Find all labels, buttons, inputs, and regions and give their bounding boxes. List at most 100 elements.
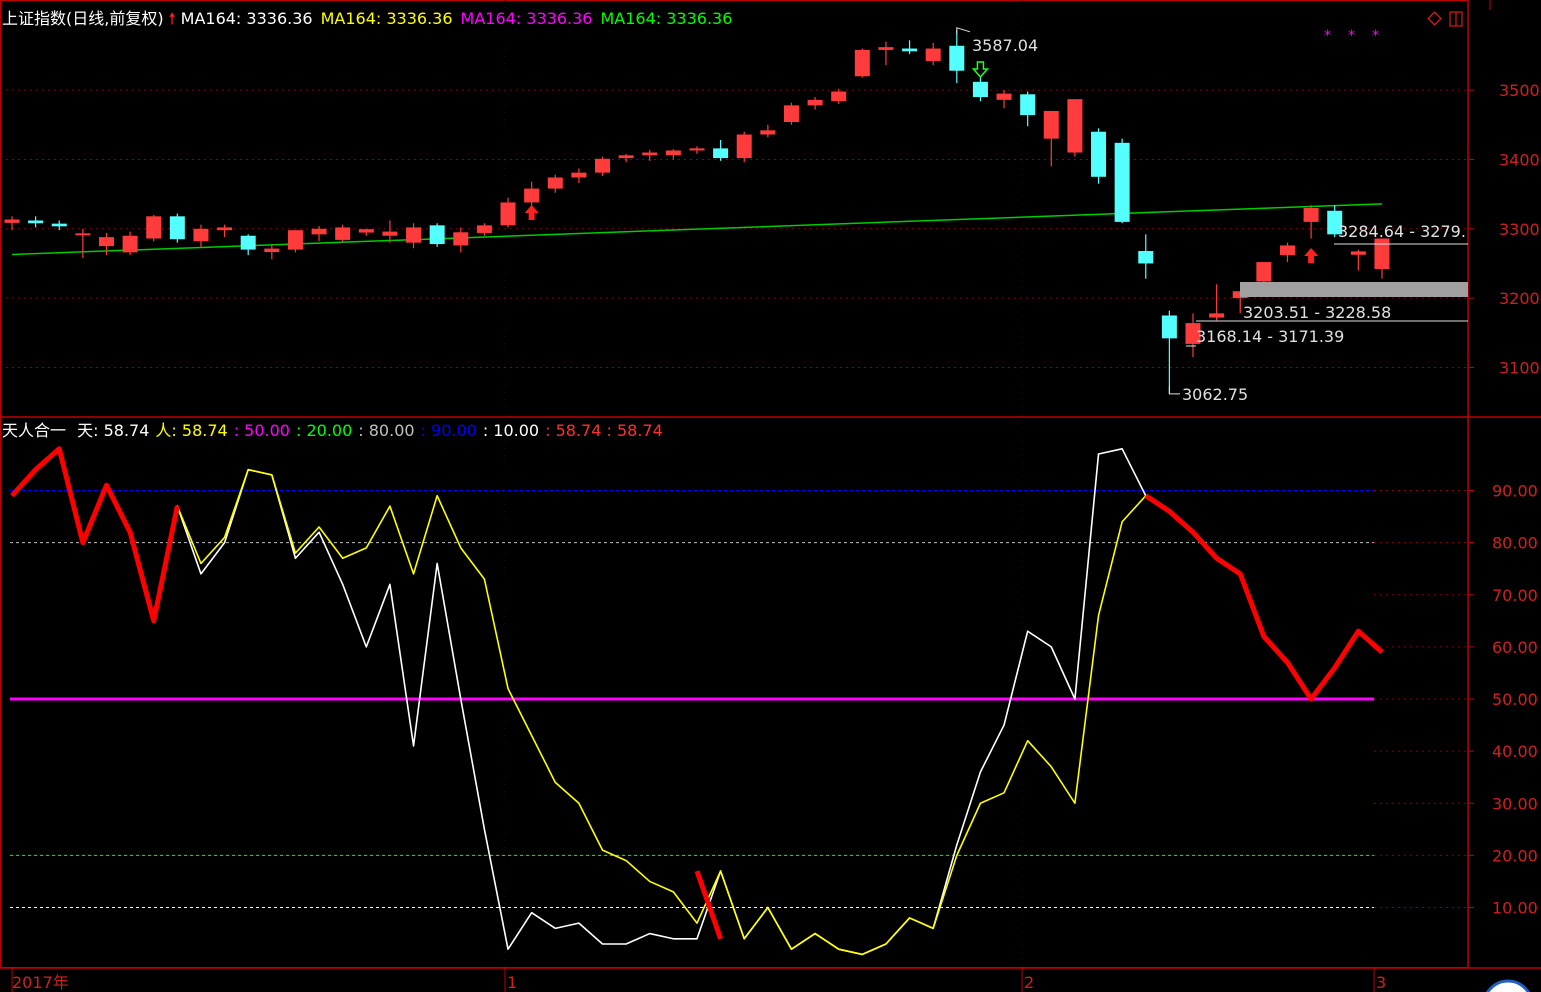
candle-body: [736, 134, 752, 159]
candle-body: [453, 232, 469, 246]
date-label: 2: [1024, 973, 1034, 992]
candle-body: [4, 219, 20, 223]
candle-body: [1256, 262, 1272, 282]
candle-body: [1161, 315, 1177, 339]
indicator-legend-item: 天: 58.74: [77, 421, 150, 440]
indicator-tick-label: 20.00: [1492, 846, 1538, 865]
indicator-legend-item: : 20.00: [295, 421, 353, 440]
indicator-legend-item: : 50.00: [233, 421, 290, 440]
grid-lines: [0, 0, 1468, 968]
indicator-tick-label: 10.00: [1492, 899, 1538, 918]
candle-body: [878, 47, 894, 50]
candle-body: [618, 155, 634, 159]
indicator-legend-item: : 90.00: [420, 421, 477, 440]
candle-body: [28, 220, 44, 224]
gap-label-2: 3203.51 - 3228.58: [1243, 303, 1391, 322]
ma-legend-item: MA164: 3336.36: [180, 9, 313, 28]
indicator-legend-item: : 80.00: [358, 421, 415, 440]
candle-body: [783, 105, 799, 123]
candle-body: [335, 227, 351, 240]
price-tick-label: 3400: [1499, 150, 1540, 169]
candle-body: [996, 93, 1012, 100]
chart-title: 上证指数(日线,前复权): [2, 9, 164, 28]
candle-body: [1138, 250, 1154, 264]
date-label: 1: [507, 973, 517, 992]
candle-body: [1091, 131, 1107, 177]
candle-body: [1043, 110, 1059, 139]
candle-body: [972, 81, 988, 98]
candle-body: [595, 158, 610, 173]
candle-body: [476, 225, 492, 233]
gap-zone: [1240, 282, 1468, 297]
indicator-tick-label: 80.00: [1492, 534, 1538, 553]
indicator-header: 天人合一 天: 58.74 人: 58.74: 50.00: 20.00: 80.…: [2, 421, 669, 441]
price-annotations: 3587.04 3062.75 3168.14 - 3171.39 3203.51 -…: [524, 27, 1468, 404]
indicator-line-signal: [10, 446, 180, 624]
candle-body: [524, 188, 540, 203]
candle-body: [665, 150, 681, 156]
candle-body: [1020, 94, 1036, 116]
indicator-tick-label: 70.00: [1492, 586, 1538, 605]
candle-body: [264, 248, 280, 252]
candle-body: [217, 227, 233, 231]
buy-arrow-icon: [524, 205, 539, 220]
indicator-name: 天人合一: [2, 421, 67, 440]
candle-body: [642, 152, 658, 156]
candle-body: [1374, 238, 1390, 270]
candle-body: [193, 228, 209, 242]
candle-body: [689, 148, 705, 151]
candle-body: [1303, 208, 1319, 222]
star-marker: *: [1372, 28, 1379, 44]
candle-body: [169, 216, 185, 240]
indicator-legend-item: : 10.00: [482, 421, 540, 440]
indicator-tick-label: 30.00: [1492, 794, 1538, 813]
main-chart-header: 上证指数(日线,前复权) 🠕 MA164: 3336.36 MA164: 3336…: [2, 9, 740, 29]
candle-body: [240, 235, 256, 250]
plot-border: [0, 0, 1469, 968]
ma-legend-item: MA164: 3336.36: [600, 9, 733, 28]
candle-body: [713, 148, 729, 159]
candle-body: [831, 91, 847, 102]
candle-body: [98, 237, 114, 247]
candle-body: [1209, 313, 1225, 318]
candle-body: [949, 45, 965, 71]
candle-body: [146, 216, 162, 239]
gap-label-1: 3168.14 - 3171.39: [1196, 327, 1344, 346]
indicator-legend-item: : 58.74 : 58.74: [545, 421, 663, 440]
low-label: 3062.75: [1182, 385, 1248, 404]
indicator-line-signal: [1144, 493, 1384, 702]
star-marker: *: [1348, 28, 1355, 44]
price-tick-label: 3500: [1499, 81, 1540, 100]
ma-legend-item: MA164: 3336.36: [320, 9, 453, 28]
candle-body: [500, 202, 516, 226]
indicator-legend: 天: 58.74 人: 58.74: 50.00: 20.00: 80.00: 9…: [77, 421, 669, 440]
candle-body: [571, 172, 587, 178]
candle-body: [406, 227, 422, 243]
price-tick-label: 3300: [1499, 220, 1540, 239]
candle-body: [1279, 245, 1295, 256]
candle-body: [760, 130, 776, 135]
candle-body: [311, 228, 327, 235]
indicator-lines: [10, 446, 1384, 956]
low-pointer: [1168, 385, 1180, 395]
candle-body: [854, 49, 870, 77]
gap-label-3: 3284.64 - 3279.: [1338, 222, 1466, 241]
candle-body: [1067, 99, 1083, 153]
chart-frame: [0, 0, 1541, 969]
buy-arrow-icon: [1304, 248, 1319, 263]
candle-body: [1350, 251, 1366, 255]
high-label: 3587.04: [972, 36, 1038, 55]
price-tick-label: 3200: [1499, 289, 1540, 308]
candle-body: [382, 231, 398, 236]
indicator-tick-label: 60.00: [1492, 638, 1538, 657]
date-label: 2017年: [12, 973, 69, 992]
indicator-tick-label: 40.00: [1492, 742, 1538, 761]
chart-canvas: 3587.04 3062.75 3168.14 - 3171.39 3203.51 -…: [0, 0, 1541, 992]
ma-legend: MA164: 3336.36 MA164: 3336.36 MA164: 3336.…: [181, 9, 741, 28]
star-marker: *: [1324, 28, 1331, 44]
candle-body: [51, 223, 67, 227]
up-arrow-icon: 🠕: [168, 9, 176, 28]
price-tick-label: 3100: [1499, 358, 1540, 377]
candle-body: [122, 235, 138, 253]
candle-body: [807, 99, 823, 106]
